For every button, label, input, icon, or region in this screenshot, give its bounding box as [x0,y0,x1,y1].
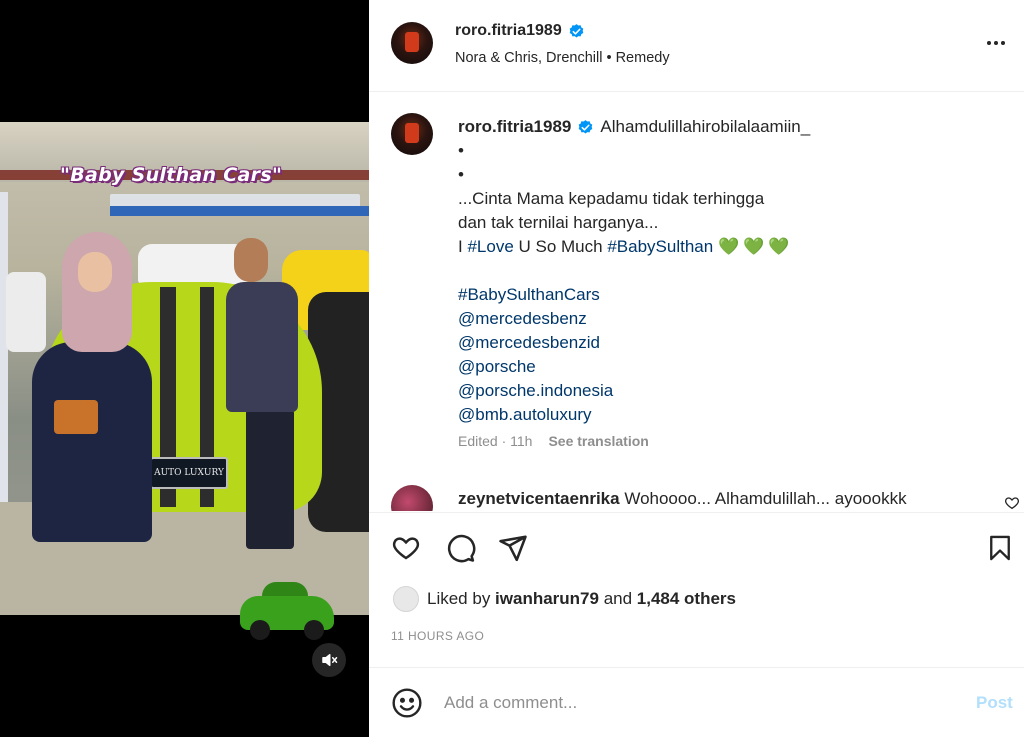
pants [246,409,294,549]
comment-text: Wohoooo... Alhamdulillah... ayoookkk [624,489,907,508]
toy-car-wheel [250,620,270,640]
author-username[interactable]: roro.fitria1989 [455,22,562,40]
caption-text: Alhamdulillahirobilalaamiin_ [600,117,811,136]
mention-link[interactable]: @mercedesbenzid [458,331,998,355]
post-header: roro.fitria1989 Nora & Chris, Drenchill … [369,0,1024,92]
mute-icon [322,654,338,666]
action-bar [369,512,1024,580]
handbag [54,400,98,434]
commenter-avatar[interactable] [391,485,433,511]
mention-link[interactable]: @porsche.indonesia [458,379,998,403]
more-icon [987,41,991,45]
more-icon [994,41,998,45]
caption-love-line: I #Love U So Much #BabySulthan 💚💚💚 [458,235,998,259]
caption-text: ...Cinta Mama kepadamu tidak terhingga [458,189,765,208]
likes-others-link[interactable]: 1,484 others [637,589,736,608]
author-avatar[interactable] [391,22,433,64]
mute-button[interactable] [312,643,346,677]
share-button[interactable] [496,531,530,565]
likes-text: Liked by iwanharun79 and 1,484 others [427,589,736,609]
comment-text-line: zeynetvicentaenrika Wohoooo... Alhamduli… [458,489,907,509]
caption-meta: Edited · 11h See translation [458,433,649,449]
mention-link[interactable]: @mercedesbenz [458,307,998,331]
share-icon [499,535,527,562]
commenter-username[interactable]: zeynetvicentaenrika [458,489,620,508]
comment-icon [447,534,476,563]
photo-overlay-caption: "Baby Sulthan Cars" [60,164,283,186]
comment-input[interactable] [444,688,944,718]
verified-icon [579,119,593,134]
likes-summary: Liked by iwanharun79 and 1,484 others [393,586,736,612]
post-details-panel: roro.fitria1989 Nora & Chris, Drenchill … [369,0,1024,737]
more-options-button[interactable] [983,30,1009,56]
caption-text: dan tak ternilai harganya... [458,213,659,232]
post-photo[interactable]: AUTO LUXURY "Baby Sulthan Cars" [0,122,369,615]
edited-timestamp: Edited · 11h [458,433,533,449]
liker-avatar[interactable] [393,586,419,612]
heart-icon [392,537,420,560]
parking-sign [110,206,369,216]
like-button[interactable] [389,531,423,565]
person-right [220,234,340,574]
mention-link[interactable]: @bmb.autoluxury [458,403,998,427]
post-timestamp[interactable]: 11 HOURS AGO [391,629,484,643]
more-icon [1001,41,1005,45]
caption-username[interactable]: roro.fitria1989 [458,115,571,139]
toy-car-wheel [304,620,324,640]
save-button[interactable] [983,531,1017,565]
caption-first-line: roro.fitria1989 Alhamdulillahirobilalaam… [458,115,998,139]
caption-avatar[interactable] [391,113,433,155]
top [226,282,298,412]
comment-item: zeynetvicentaenrika Wohoooo... Alhamduli… [391,485,1021,511]
comment-heart-icon[interactable] [1003,495,1021,511]
post-modal: AUTO LUXURY "Baby Sulthan Cars" roro.fit… [0,0,1024,737]
bookmark-icon [990,535,1010,561]
add-comment-bar: Post [369,667,1024,737]
pillar [0,192,8,532]
license-plate: AUTO LUXURY [150,457,228,489]
hashtag-link[interactable]: #BabySulthan [607,237,713,256]
caption-text: U So Much [513,237,608,256]
hashtag-link[interactable]: #Love [467,237,513,256]
emoji-icon[interactable] [391,687,423,719]
see-translation-link[interactable]: See translation [548,433,648,449]
caption-bullet: • [458,165,464,184]
person-left [22,232,152,562]
likes-prefix: Liked by [427,589,496,608]
audio-attribution[interactable]: Nora & Chris, Drenchill • Remedy [455,50,670,66]
hijab [62,232,132,352]
face [234,238,268,282]
mention-link[interactable]: @porsche [458,355,998,379]
author-line: roro.fitria1989 [455,22,585,40]
verified-icon [569,23,584,38]
hashtag-link[interactable]: #BabySulthanCars [458,283,998,307]
post-caption: roro.fitria1989 Alhamdulillahirobilalaam… [458,115,998,427]
green-hearts-emoji: 💚💚💚 [717,237,794,256]
comment-button[interactable] [444,531,478,565]
comments-section[interactable]: roro.fitria1989 Alhamdulillahirobilalaam… [369,93,1024,511]
face [78,252,112,292]
liker-username[interactable]: iwanharun79 [495,589,599,608]
caption-bullet: • [458,141,464,160]
media-panel: AUTO LUXURY "Baby Sulthan Cars" [0,0,369,737]
post-comment-button[interactable]: Post [976,693,1013,713]
dress [32,342,152,542]
toy-car-sticker [240,578,334,644]
likes-middle: and [598,589,637,608]
